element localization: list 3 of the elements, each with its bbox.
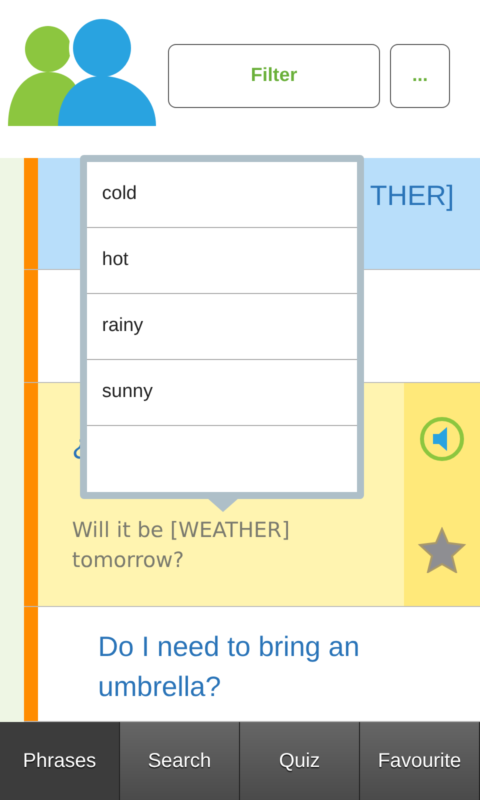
translation-text: Will it be [WEATHER] tomorrow? [72,517,291,574]
phrase-text: THER] [370,179,454,213]
phrase-text: Do I need to bring an umbrella? [97,630,361,704]
